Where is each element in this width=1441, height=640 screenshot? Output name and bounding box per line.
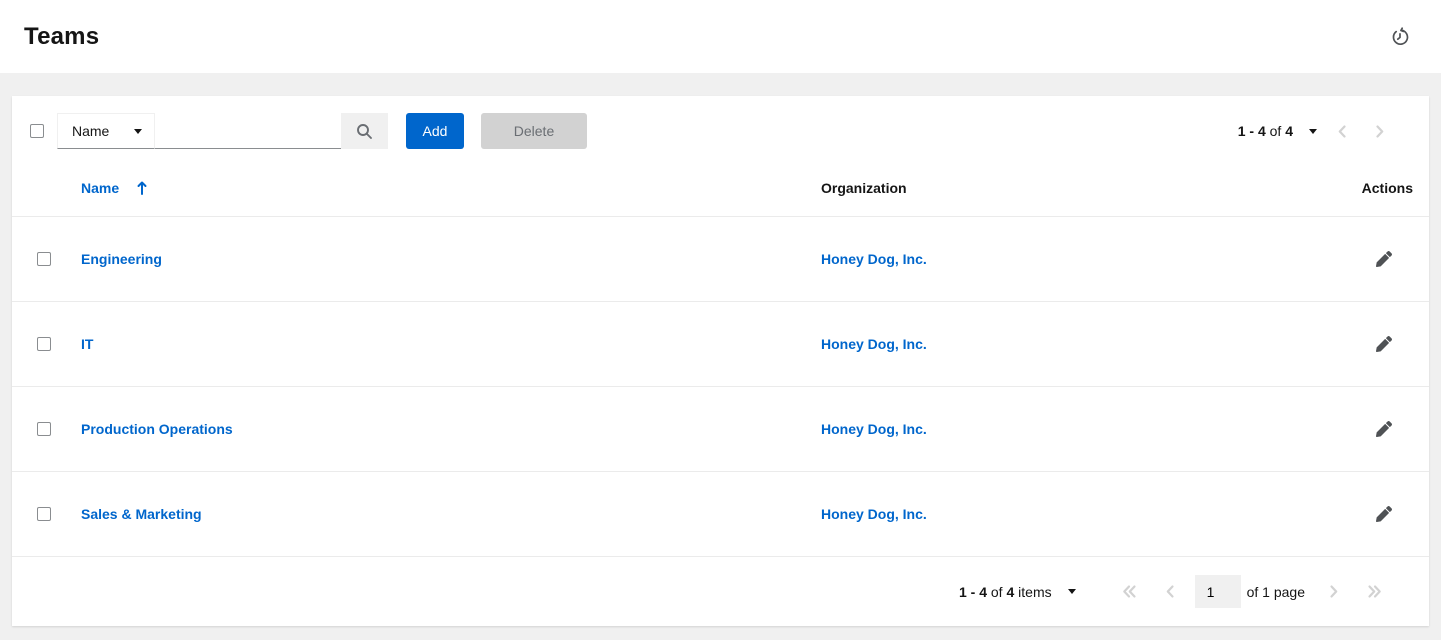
pagination-bottom-range: 1 - 4 [959,584,987,600]
row-select-checkbox[interactable] [37,422,51,436]
caret-down-icon [1309,129,1317,134]
column-name-label: Name [81,180,119,196]
row-select-checkbox[interactable] [37,337,51,351]
team-name-link[interactable]: Sales & Marketing [81,506,202,522]
pagination-bottom-summary: 1 - 4 of 4 items [959,584,1082,600]
pagination-top-total: 4 [1285,123,1293,139]
column-header-actions: Actions [1309,180,1429,196]
page-title: Teams [24,23,99,51]
pagination-bottom-of: of [991,584,1003,600]
pagination-top-summary: 1 - 4 of 4 [1238,123,1293,139]
pencil-icon [1376,506,1392,522]
page-number-input[interactable] [1195,575,1241,608]
edit-team-button[interactable] [1372,332,1396,356]
pagination-prev-page-button[interactable] [1151,584,1189,599]
pagination-top: 1 - 4 of 4 [1238,123,1399,139]
organization-link[interactable]: Honey Dog, Inc. [821,506,927,522]
organization-link[interactable]: Honey Dog, Inc. [821,421,927,437]
content-area: Name Add Delete 1 - 4 of 4 [0,73,1441,626]
organization-link[interactable]: Honey Dog, Inc. [821,336,927,352]
pagination-bottom-items: items [1018,584,1051,600]
search-icon [356,123,373,140]
organization-link[interactable]: Honey Dog, Inc. [821,251,927,267]
delete-button[interactable]: Delete [481,113,587,149]
add-button[interactable]: Add [406,113,464,149]
teams-card: Name Add Delete 1 - 4 of 4 [12,96,1429,626]
team-name-link[interactable]: IT [81,336,93,352]
team-name-link[interactable]: Engineering [81,251,162,267]
sort-ascending-icon [137,181,147,195]
pagination-bottom: 1 - 4 of 4 items [12,557,1429,626]
angle-left-icon [1337,124,1347,139]
table-row: Engineering Honey Dog, Inc. [12,217,1429,302]
pencil-icon [1376,421,1392,437]
history-icon [1390,27,1410,47]
select-all-checkbox[interactable] [30,124,44,138]
row-select-checkbox[interactable] [37,252,51,266]
column-header-organization: Organization [821,180,1309,196]
sort-by-name[interactable]: Name [81,180,147,196]
filter-type-dropdown[interactable]: Name [57,113,155,149]
pagination-first-page-button[interactable] [1108,584,1151,599]
pagination-top-next-button[interactable] [1361,124,1399,139]
column-header-name: Name [81,180,821,196]
pagination-bottom-total: 4 [1006,584,1014,600]
caret-down-icon [134,129,142,134]
edit-team-button[interactable] [1372,502,1396,526]
pagination-top-prev-button[interactable] [1323,124,1361,139]
search-button[interactable] [341,113,388,149]
angle-right-icon [1329,584,1339,599]
of-page-label: of 1 page [1247,584,1305,600]
angle-left-icon [1165,584,1175,599]
table-row: Sales & Marketing Honey Dog, Inc. [12,472,1429,557]
pagination-top-options-toggle[interactable] [1303,129,1323,134]
pagination-next-page-button[interactable] [1315,584,1353,599]
pagination-last-page-button[interactable] [1353,584,1396,599]
edit-team-button[interactable] [1372,247,1396,271]
page-header: Teams [0,0,1441,73]
pagination-bottom-options-toggle[interactable] [1062,589,1082,594]
team-name-link[interactable]: Production Operations [81,421,233,437]
table-header-row: Name Organization Actions [12,149,1429,217]
angle-double-right-icon [1367,584,1382,599]
activity-stream-button[interactable] [1387,24,1413,50]
search-input[interactable] [155,113,341,149]
pagination-top-range: 1 - 4 [1238,123,1266,139]
pagination-top-of: of [1270,123,1282,139]
pencil-icon [1376,336,1392,352]
row-select-checkbox[interactable] [37,507,51,521]
angle-double-left-icon [1122,584,1137,599]
table-row: Production Operations Honey Dog, Inc. [12,387,1429,472]
angle-right-icon [1375,124,1385,139]
pencil-icon [1376,251,1392,267]
edit-team-button[interactable] [1372,417,1396,441]
table-row: IT Honey Dog, Inc. [12,302,1429,387]
caret-down-icon [1068,589,1076,594]
filter-type-label: Name [72,123,109,139]
toolbar: Name Add Delete 1 - 4 of 4 [12,96,1429,149]
